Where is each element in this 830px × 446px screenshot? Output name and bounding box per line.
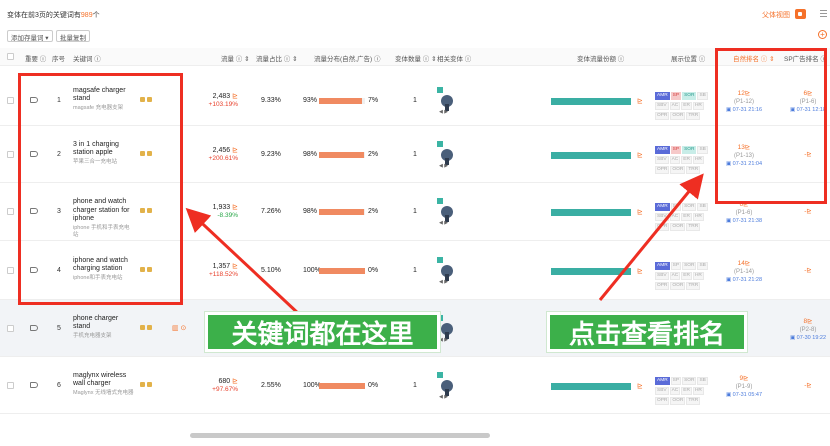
- arrow-to-keywords: [185, 207, 302, 317]
- keywords-callout: 关键词都在这里: [205, 312, 440, 352]
- annotation-arrows: [185, 173, 704, 317]
- arrow-to-ranks: [598, 173, 704, 301]
- keyword-table-page: 变体在前3页的关键词有989个 父体视图 添加存量词 ▾ 批量复制 + 重要 ⓘ…: [0, 0, 830, 446]
- ranking-callout: 点击查看排名: [547, 312, 747, 352]
